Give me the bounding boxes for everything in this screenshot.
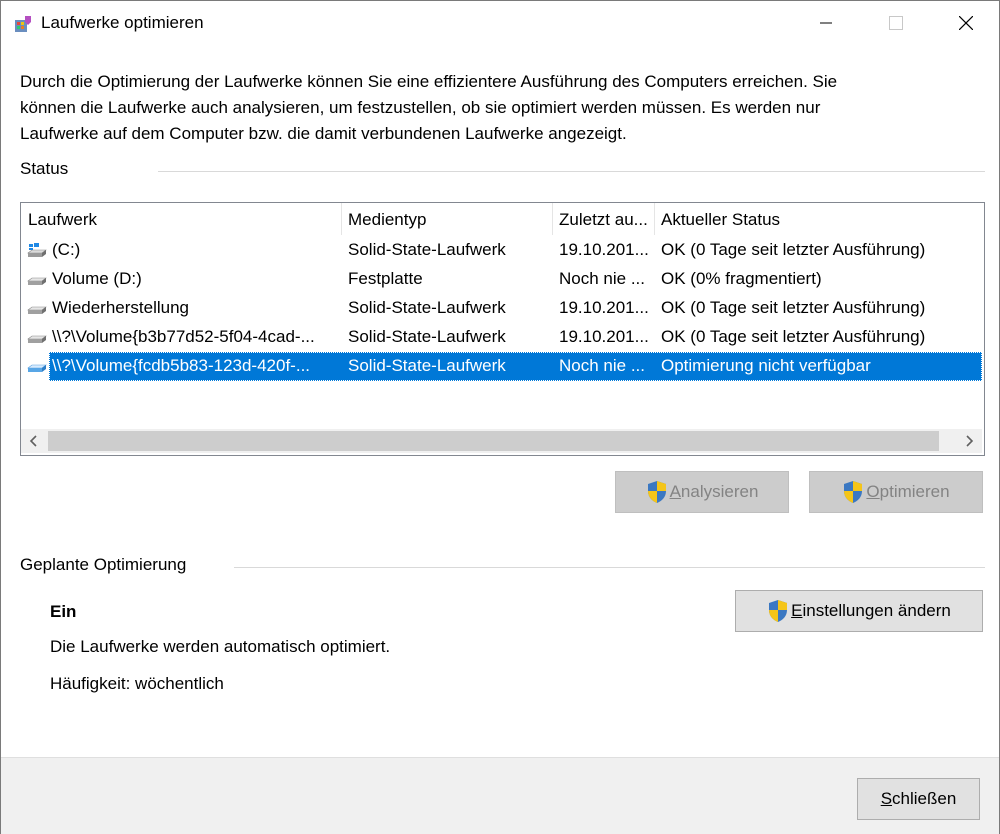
scrollbar-thumb[interactable] <box>48 431 939 451</box>
change-settings-button[interactable]: Einstellungen ändern <box>735 590 983 632</box>
current-status: OK (0 Tage seit letzter Ausführung) <box>661 327 926 346</box>
hard-drive-icon <box>27 306 47 314</box>
hard-drive-icon <box>27 277 47 285</box>
media-type: Festplatte <box>348 269 423 288</box>
minimize-button[interactable] <box>791 1 861 45</box>
schedule-frequency: Häufigkeit: wöchentlich <box>50 674 224 693</box>
media-type: Solid-State-Laufwerk <box>348 356 506 375</box>
last-run: 19.10.201... <box>559 327 649 346</box>
table-row[interactable]: Volume (D:) Festplatte Noch nie ... OK (… <box>21 265 982 294</box>
windows-drive-icon <box>27 243 47 257</box>
last-run: Noch nie ... <box>559 269 645 288</box>
close-icon <box>959 16 973 30</box>
media-type: Solid-State-Laufwerk <box>348 298 506 317</box>
optimize-button[interactable]: Optimieren <box>809 471 983 513</box>
maximize-button[interactable] <box>861 1 931 45</box>
last-run: 19.10.201... <box>559 240 649 259</box>
column-header-drive[interactable]: Laufwerk <box>28 210 97 230</box>
uac-shield-icon <box>769 600 788 622</box>
schedule-group-label: Geplante Optimierung <box>20 555 187 574</box>
optimize-label: Optimieren <box>866 482 950 501</box>
uac-shield-icon <box>647 481 666 503</box>
dialog-footer: Schließen <box>1 757 999 834</box>
schedule-state: Ein <box>50 602 77 621</box>
status-group-label: Status <box>20 159 69 178</box>
table-row[interactable]: \\?\Volume{b3b77d52-5f04-4cad-... Solid-… <box>21 323 982 352</box>
status-divider <box>158 171 985 172</box>
drives-list[interactable]: Laufwerk Medientyp Zuletzt au... Aktuell… <box>20 202 985 456</box>
maximize-icon <box>889 16 903 30</box>
title-bar[interactable]: Laufwerke optimieren <box>1 1 999 45</box>
schedule-divider <box>234 567 985 568</box>
optimize-drives-window: Laufwerke optimieren Durch die Optimieru… <box>0 0 1000 834</box>
analyze-label: Analysieren <box>669 482 759 501</box>
schedule-info: Die Laufwerke werden automatisch optimie… <box>50 637 391 656</box>
scroll-right-button[interactable] <box>956 429 982 453</box>
close-window-button[interactable] <box>931 1 1000 45</box>
media-type: Solid-State-Laufwerk <box>348 240 506 259</box>
chevron-right-icon <box>966 435 974 447</box>
drive-name: \\?\Volume{b3b77d52-5f04-4cad-... <box>52 327 315 346</box>
drive-name: Wiederherstellung <box>52 298 190 317</box>
column-separator[interactable] <box>552 203 553 235</box>
last-run: 19.10.201... <box>559 298 649 317</box>
scroll-left-button[interactable] <box>21 429 47 453</box>
current-status: OK (0% fragmentiert) <box>661 269 822 288</box>
drive-name: Volume (D:) <box>52 269 142 288</box>
drive-name: \\?\Volume{fcdb5b83-123d-420f-... <box>52 356 311 375</box>
column-separator[interactable] <box>341 203 342 235</box>
column-header-status[interactable]: Aktueller Status <box>661 210 780 230</box>
defrag-app-icon <box>15 16 31 32</box>
column-header-last-run[interactable]: Zuletzt au... <box>559 210 648 230</box>
last-run: Noch nie ... <box>559 356 645 375</box>
list-header: Laufwerk Medientyp Zuletzt au... Aktuell… <box>21 203 984 235</box>
chevron-left-icon <box>29 435 37 447</box>
uac-shield-icon <box>844 481 863 503</box>
hard-drive-icon <box>27 364 47 372</box>
drive-name: (C:) <box>52 240 81 259</box>
window-title: Laufwerke optimieren <box>41 13 204 32</box>
hard-drive-icon <box>27 335 47 343</box>
description-text: Durch die Optimierung der Laufwerke könn… <box>20 72 838 143</box>
column-header-media[interactable]: Medientyp <box>348 210 426 230</box>
table-row[interactable]: Wiederherstellung Solid-State-Laufwerk 1… <box>21 294 982 323</box>
current-status: OK (0 Tage seit letzter Ausführung) <box>661 298 926 317</box>
current-status: OK (0 Tage seit letzter Ausführung) <box>661 240 926 259</box>
column-separator[interactable] <box>654 203 655 235</box>
close-label: Schließen <box>880 789 957 808</box>
media-type: Solid-State-Laufwerk <box>348 327 506 346</box>
table-row[interactable]: (C:) Solid-State-Laufwerk 19.10.201... O… <box>21 236 982 265</box>
current-status: Optimierung nicht verfügbar <box>661 356 871 375</box>
table-row-selected[interactable]: \\?\Volume{fcdb5b83-123d-420f-... Solid-… <box>21 352 982 381</box>
horizontal-scrollbar[interactable] <box>21 429 982 453</box>
change-settings-label: Einstellungen ändern <box>791 601 951 620</box>
close-button[interactable]: Schließen <box>857 778 980 820</box>
minimize-icon <box>820 22 832 24</box>
analyze-button[interactable]: Analysieren <box>615 471 789 513</box>
